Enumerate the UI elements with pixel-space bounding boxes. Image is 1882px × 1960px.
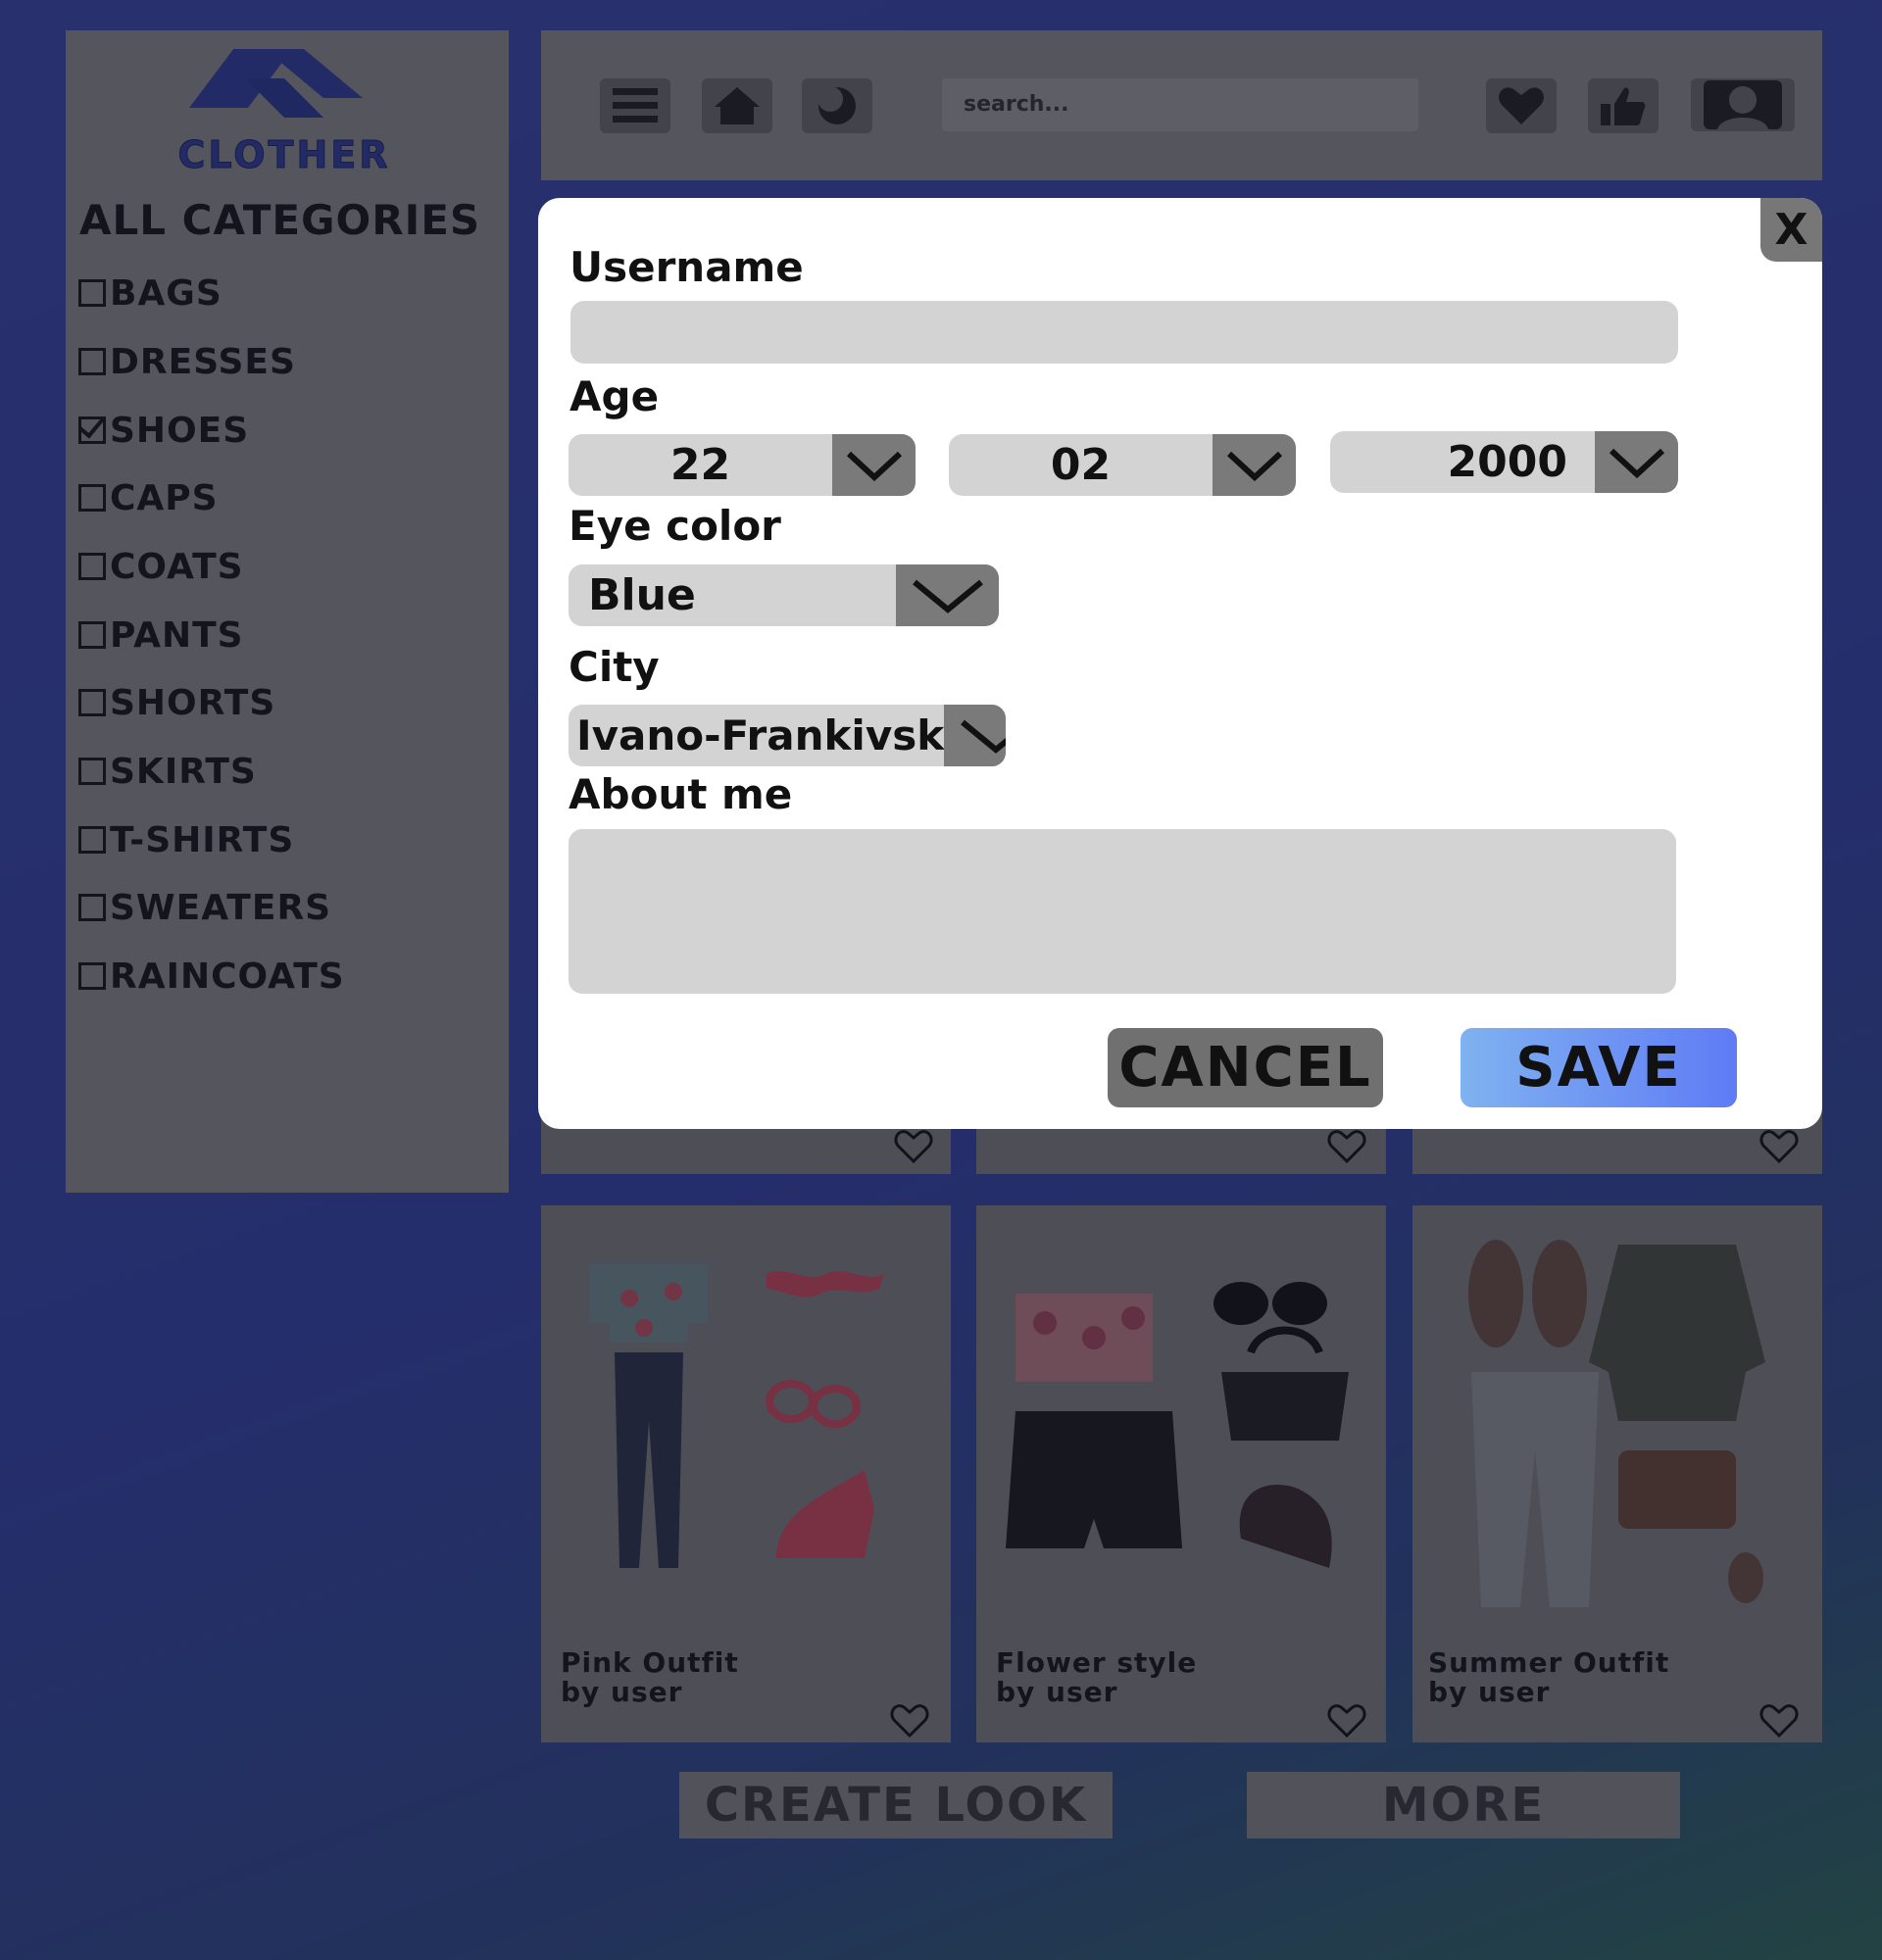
age-year-select[interactable]: 2000: [1330, 431, 1678, 493]
age-day-select[interactable]: 22: [569, 434, 916, 496]
about-me-textarea[interactable]: [569, 829, 1676, 994]
username-label: Username: [570, 243, 804, 291]
city-label: City: [569, 643, 660, 691]
cancel-button[interactable]: CANCEL: [1108, 1028, 1383, 1107]
age-month-select[interactable]: 02: [949, 434, 1296, 496]
chevron-down-icon[interactable]: [1595, 431, 1678, 493]
username-input[interactable]: [570, 301, 1678, 364]
city-value: Ivano-Frankivsk: [576, 711, 945, 760]
chevron-down-icon[interactable]: [1213, 434, 1296, 496]
about-me-label: About me: [569, 770, 793, 818]
chevron-down-icon[interactable]: [896, 564, 999, 626]
age-month-value: 02: [1050, 440, 1112, 490]
city-select[interactable]: Ivano-Frankivsk: [569, 705, 1006, 766]
chevron-down-icon[interactable]: [944, 705, 1006, 766]
eye-color-label: Eye color: [569, 502, 781, 550]
chevron-down-icon[interactable]: [832, 434, 916, 496]
age-label: Age: [570, 372, 660, 420]
eye-color-select[interactable]: Blue: [569, 564, 999, 626]
age-day-value: 22: [669, 440, 731, 490]
close-button[interactable]: X: [1760, 198, 1822, 262]
age-year-value: 2000: [1447, 437, 1567, 487]
save-button[interactable]: SAVE: [1461, 1028, 1737, 1107]
eye-color-value: Blue: [588, 570, 696, 620]
